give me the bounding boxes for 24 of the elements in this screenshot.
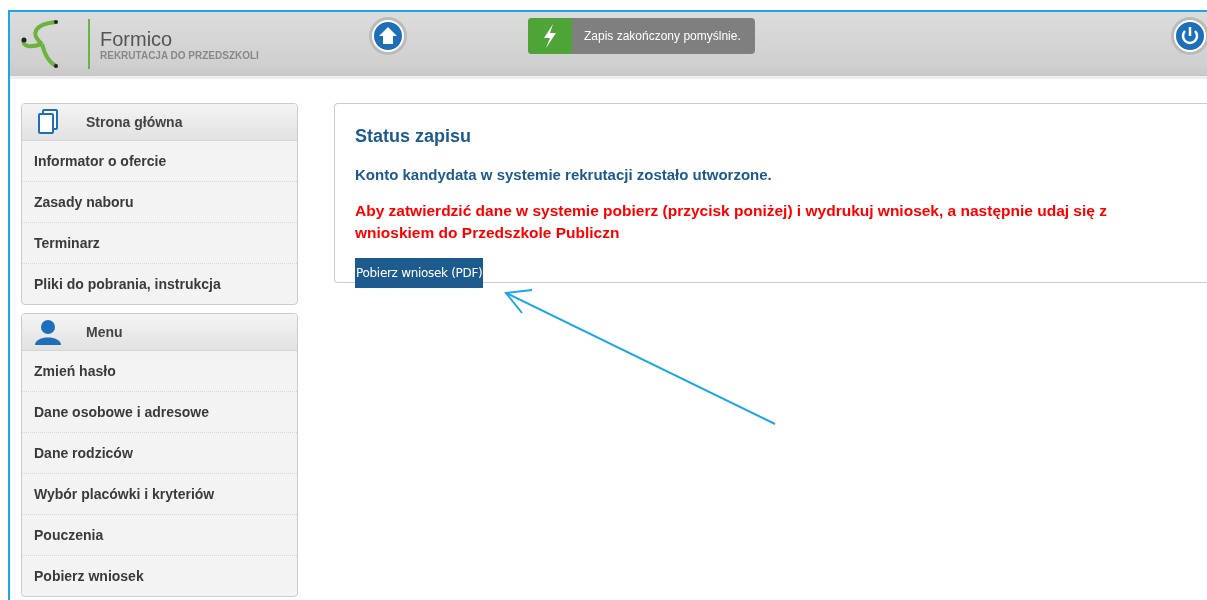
- power-icon[interactable]: [1170, 16, 1207, 56]
- sidebar-item[interactable]: Informator o ofercie: [22, 141, 297, 181]
- sidebar-item[interactable]: Wybór placówki i kryteriów: [22, 473, 297, 514]
- status-title: Status zapisu: [355, 126, 473, 147]
- download-pdf-button[interactable]: Pobierz wniosek (PDF): [355, 258, 484, 288]
- app-name: Formico: [100, 27, 174, 50]
- success-message: Konto kandydata w systemie rekrutacji zostało utworzone.: [355, 166, 773, 183]
- sidebar-item[interactable]: Zasady naboru: [22, 181, 297, 222]
- notification-text: Zapis zakończony pomyślnie.: [583, 29, 742, 43]
- panel-title: Strona główna: [86, 114, 183, 130]
- panel-title: Menu: [86, 324, 123, 340]
- sidebar-item[interactable]: Terminarz: [22, 222, 297, 263]
- sidebar-item[interactable]: Dane osobowe i adresowe: [22, 391, 297, 432]
- warning-message: Aby zatwierdzić dane w systemie pobierz (przycisk poniżej) i wydrukuj wniosek, a następnie udaj się z wnioskiem do Przedszkole Publiczn: [355, 201, 1108, 243]
- user-icon: [33, 319, 63, 345]
- sidebar-item[interactable]: Pobierz wniosek: [22, 555, 297, 596]
- sidebar-item[interactable]: Zmień hasło: [22, 351, 297, 391]
- lightning-icon: [542, 24, 558, 48]
- app-subtitle: REKRUTACJA DO PRZEDSZKOLI: [100, 49, 259, 61]
- sidebar-item[interactable]: Dane rodziców: [22, 432, 297, 473]
- sidebar-item[interactable]: Pouczenia: [22, 514, 297, 555]
- sidebar-item[interactable]: Pliki do pobrania, instrukcja: [22, 263, 297, 304]
- pages-icon: [37, 109, 59, 135]
- home-icon[interactable]: [368, 16, 408, 56]
